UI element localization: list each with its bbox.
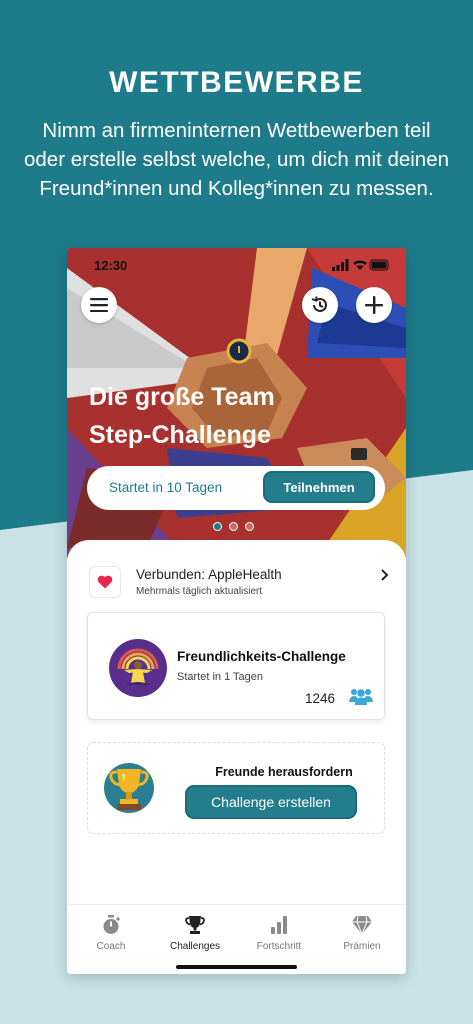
- hero-start-pill: Startet in 10 Tagen Teilnehmen: [87, 466, 385, 510]
- bottom-tab-bar: Coach Challenges Fortschritt Prämien: [67, 904, 406, 974]
- promo-title: WETTBEWERBE: [109, 66, 364, 99]
- join-button[interactable]: Teilnehmen: [263, 471, 375, 503]
- health-title: Verbunden: AppleHealth: [136, 567, 282, 582]
- carousel-dots: [213, 522, 254, 531]
- people-icon: [349, 689, 373, 705]
- tab-challenges-label: Challenges: [169, 941, 221, 952]
- menu-button[interactable]: [81, 287, 117, 323]
- status-icons: [332, 259, 389, 271]
- kindness-badge-icon: [109, 639, 167, 697]
- carousel-dot[interactable]: [213, 522, 222, 531]
- hero-title-line1: Die große Team: [89, 383, 275, 411]
- tab-coach[interactable]: Coach: [69, 915, 153, 952]
- hero-title: Die große Team Step-Challenge: [89, 378, 379, 454]
- tab-fortschritt[interactable]: Fortschritt: [237, 915, 321, 952]
- carousel-dot[interactable]: [245, 522, 254, 531]
- challenge-card[interactable]: Freundlichkeits-Challenge Startet in 1 T…: [87, 612, 385, 720]
- participant-count: 1246: [305, 691, 336, 706]
- health-subtitle: Mehrmals täglich aktualisiert: [136, 586, 263, 597]
- bar-chart-icon: [271, 916, 287, 934]
- history-icon: [311, 296, 327, 312]
- diamond-icon: [352, 915, 372, 935]
- tab-praemien[interactable]: Prämien: [320, 915, 404, 952]
- status-time: 12:30: [94, 258, 128, 273]
- phone-screen: 12:30 Die große Team Step-Challenge Star…: [67, 248, 406, 974]
- hero-banner: 12:30 Die große Team Step-Challenge Star…: [67, 248, 406, 558]
- promo-subtitle: Nimm an firmeninternen Wettbewerben teil…: [23, 119, 449, 200]
- tab-challenges[interactable]: Challenges: [153, 915, 237, 952]
- challenge-title: Freundlichkeits-Challenge: [177, 649, 346, 664]
- challenge-start-text: Startet in 1 Tagen: [177, 671, 264, 683]
- invite-friends-box: Freunde herausfordern Challenge erstelle…: [87, 742, 385, 834]
- stopwatch-icon: [103, 915, 121, 934]
- menu-icon: [90, 298, 108, 312]
- hero-start-text: Startet in 10 Tagen: [109, 480, 223, 495]
- carousel-dot[interactable]: [229, 522, 238, 531]
- plus-icon: [365, 296, 383, 314]
- apple-health-row[interactable]: Verbunden: AppleHealth Mehrmals täglich …: [89, 566, 389, 600]
- trophy-icon: [104, 763, 154, 813]
- trophy-icon: [185, 916, 205, 934]
- tab-coach-label: Coach: [96, 941, 126, 952]
- invite-title: Freunde herausfordern: [215, 765, 353, 779]
- history-button[interactable]: [302, 287, 338, 323]
- create-challenge-button[interactable]: Challenge erstellen: [185, 785, 357, 819]
- chevron-right-icon: [381, 569, 389, 581]
- heart-icon-box: [89, 566, 121, 598]
- heart-icon: [97, 575, 113, 589]
- hero-title-line2: Step-Challenge: [89, 421, 271, 449]
- home-indicator: [176, 965, 297, 969]
- tab-praemien-label: Prämien: [343, 941, 381, 952]
- tab-fortschritt-label: Fortschritt: [256, 941, 302, 952]
- add-button[interactable]: [356, 287, 392, 323]
